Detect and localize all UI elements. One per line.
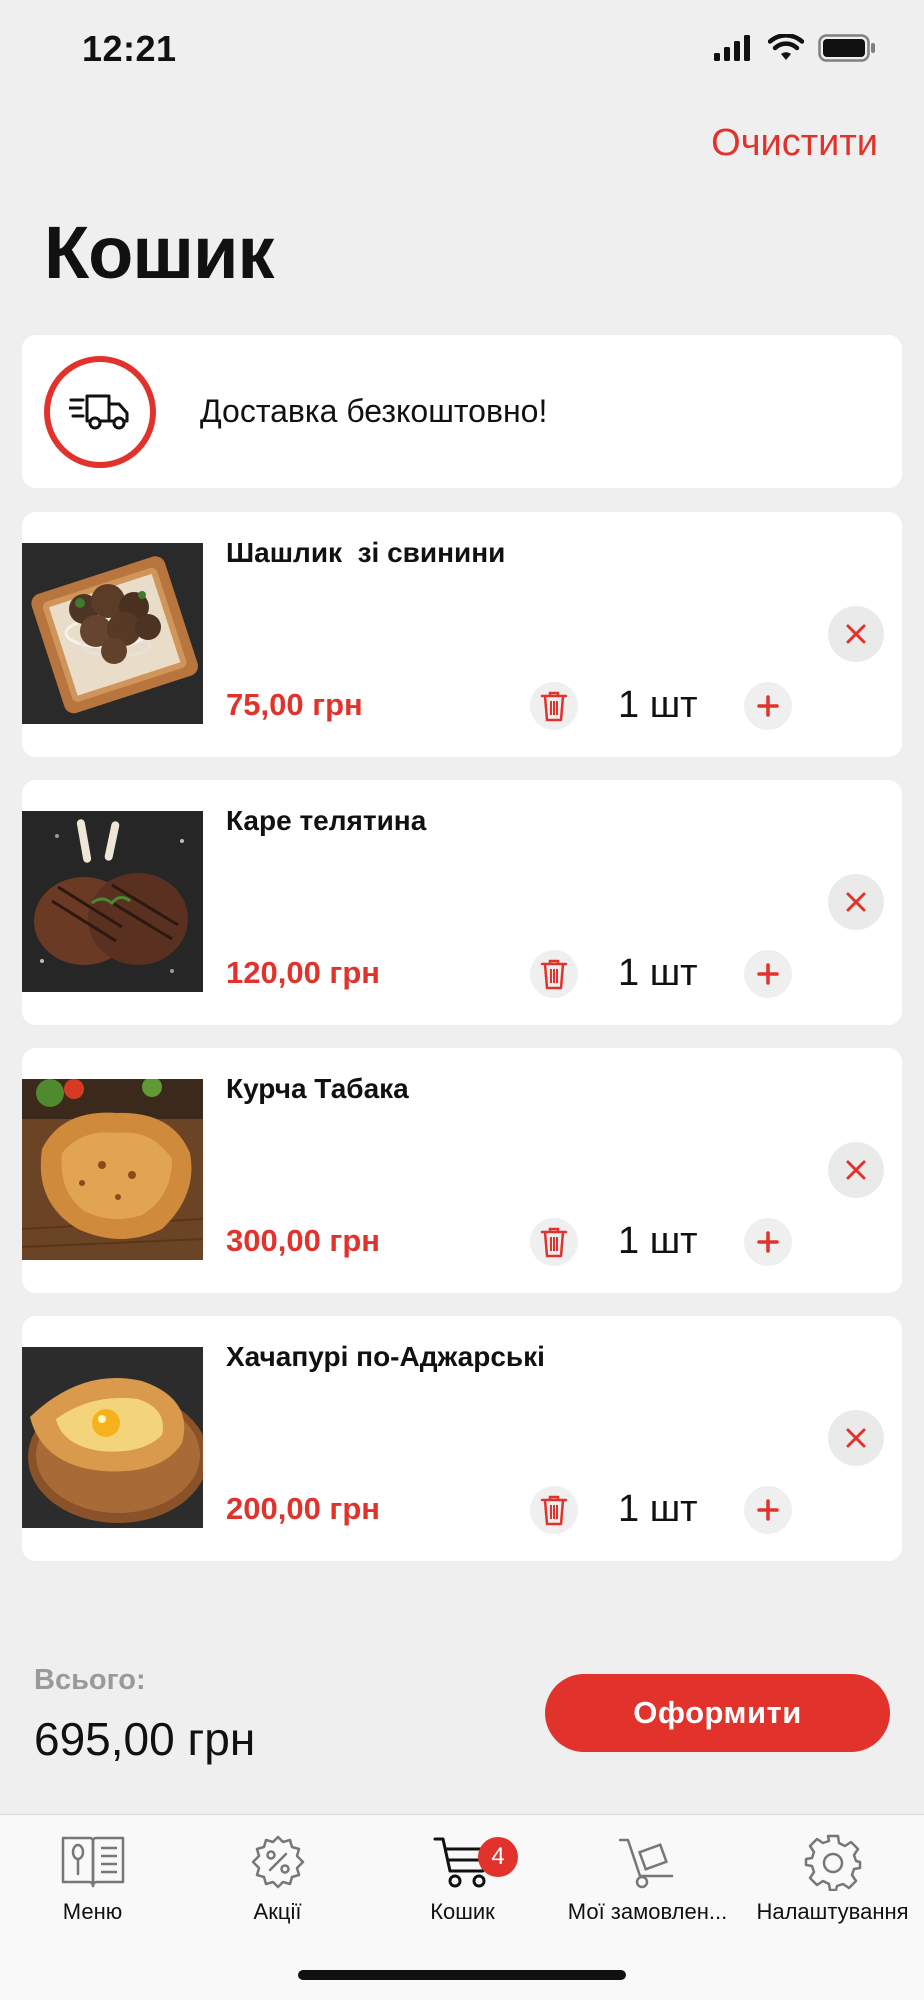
status-icons <box>714 34 876 62</box>
tab-promotions[interactable]: Акції <box>185 1829 370 1925</box>
cart-badge: 4 <box>478 1837 518 1877</box>
decrease-quantity-button[interactable] <box>530 1486 578 1534</box>
decrease-quantity-button[interactable] <box>530 682 578 730</box>
cart-item: Хачапурі по-Аджарські 200,00 грн 1 шт <box>22 1316 902 1561</box>
total-value: 695,00 грн <box>34 1713 256 1765</box>
clear-cart-button[interactable]: Очистити <box>711 122 878 165</box>
wifi-icon <box>768 34 804 60</box>
tab-my-orders[interactable]: Мої замовлен... <box>555 1829 740 1925</box>
item-name: Курча Табака <box>226 1073 409 1104</box>
item-name: Каре телятина <box>226 805 427 836</box>
trash-icon <box>540 1495 568 1526</box>
tab-menu[interactable]: Меню <box>0 1829 185 1925</box>
increase-quantity-button[interactable] <box>744 1486 792 1534</box>
status-bar: 12:21 <box>0 0 924 100</box>
remove-item-button[interactable] <box>828 1410 884 1466</box>
cart-item: Курча Табака 300,00 грн 1 шт <box>22 1048 902 1293</box>
tab-label: Меню <box>62 1899 123 1924</box>
item-name: Хачапурі по-Аджарські <box>226 1341 545 1372</box>
item-price: 300,00 грн <box>226 1223 381 1258</box>
menu-book-icon <box>0 1829 185 1895</box>
tab-settings[interactable]: Налаштування <box>740 1829 924 1925</box>
tab-label: Кошик <box>430 1899 495 1924</box>
delivery-truck-icon <box>44 355 156 468</box>
trash-icon <box>540 1227 568 1258</box>
cart-item: Каре телятина 120,00 грн 1 шт <box>22 780 902 1025</box>
checkout-button[interactable]: Оформити <box>545 1674 890 1752</box>
remove-item-button[interactable] <box>828 606 884 662</box>
decrease-quantity-button[interactable] <box>530 1218 578 1266</box>
trash-icon <box>540 959 568 990</box>
plus-icon <box>757 695 779 717</box>
plus-icon <box>757 1499 779 1521</box>
orders-cart-icon <box>555 1829 740 1895</box>
page-title: Кошик <box>44 211 275 294</box>
close-icon <box>846 1428 866 1448</box>
item-price: 200,00 грн <box>226 1491 381 1526</box>
gear-icon <box>740 1829 924 1895</box>
plus-icon <box>757 1231 779 1253</box>
total-label: Всього: <box>34 1664 146 1696</box>
delivery-text: Доставка безкоштовно! <box>200 393 548 429</box>
remove-item-button[interactable] <box>828 874 884 930</box>
item-quantity: 1 шт <box>618 684 698 726</box>
battery-icon <box>818 34 875 62</box>
cart-item: Шашлик зі свинини 75,00 грн 1 шт <box>22 512 902 757</box>
status-time: 12:21 <box>82 28 177 69</box>
increase-quantity-button[interactable] <box>744 1218 792 1266</box>
item-price: 120,00 грн <box>226 955 381 990</box>
delivery-banner: Доставка безкоштовно! <box>22 335 902 488</box>
item-quantity: 1 шт <box>618 1220 698 1262</box>
tab-label: Мої замовлен... <box>567 1899 728 1924</box>
plus-icon <box>757 963 779 985</box>
item-quantity: 1 шт <box>618 952 698 994</box>
tab-label: Акції <box>253 1899 302 1924</box>
item-image-shashlik <box>22 543 203 724</box>
home-indicator <box>298 1970 626 1980</box>
discount-icon <box>185 1829 370 1895</box>
cart-list: Шашлик зі свинини 75,00 грн 1 шт Каре те… <box>22 512 902 1584</box>
trash-icon <box>540 691 568 722</box>
increase-quantity-button[interactable] <box>744 682 792 730</box>
item-quantity: 1 шт <box>618 1488 698 1530</box>
increase-quantity-button[interactable] <box>744 950 792 998</box>
close-icon <box>846 892 866 912</box>
tab-label: Налаштування <box>756 1899 909 1924</box>
item-name: Шашлик зі свинини <box>226 537 506 568</box>
tab-cart[interactable]: 4 Кошик <box>370 1829 555 1925</box>
remove-item-button[interactable] <box>828 1142 884 1198</box>
close-icon <box>846 1160 866 1180</box>
cart-icon: 4 <box>370 1829 555 1895</box>
decrease-quantity-button[interactable] <box>530 950 578 998</box>
item-image-khachapuri <box>22 1347 203 1528</box>
item-image-chicken-tabaka <box>22 1079 203 1260</box>
close-icon <box>846 624 866 644</box>
item-price: 75,00 грн <box>226 687 363 722</box>
signal-icon <box>714 35 750 61</box>
item-image-veal-rack <box>22 811 203 992</box>
